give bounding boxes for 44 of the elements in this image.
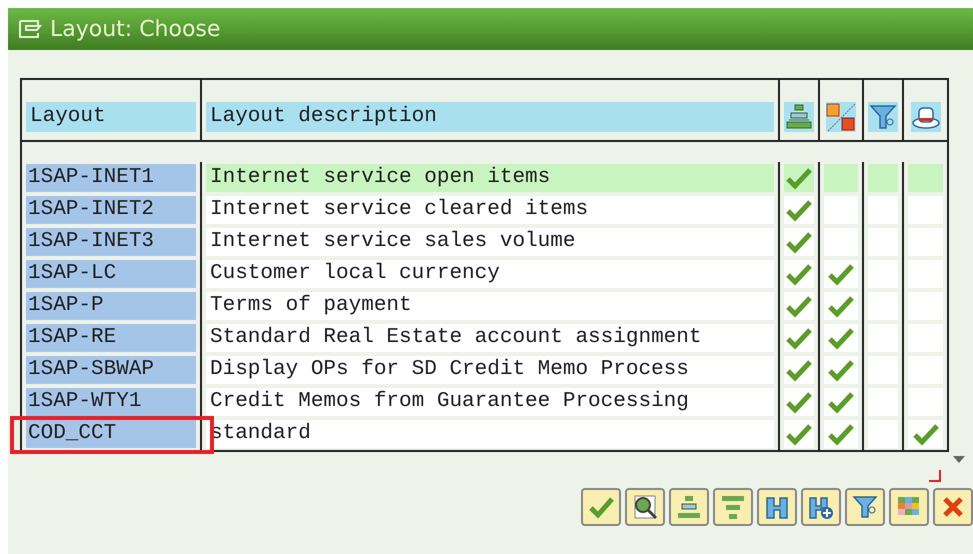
column-header[interactable]: Layout description: [206, 102, 774, 132]
checkmark-icon: [828, 295, 854, 317]
find-next-button[interactable]: [801, 488, 841, 526]
layout-cell[interactable]: 1SAP-INET1: [26, 164, 196, 192]
checkmark-icon: [828, 359, 854, 381]
description-cell[interactable]: Customer local currency: [206, 260, 774, 288]
scroll-down-icon[interactable]: [953, 456, 965, 464]
window-title: Layout: Choose: [50, 16, 220, 42]
default-layout-icon[interactable]: [784, 102, 814, 132]
sort-descending-icon: [719, 493, 747, 521]
description-cell[interactable]: Internet service cleared items: [206, 196, 774, 224]
find-button[interactable]: [757, 488, 797, 526]
dialog-icon: [18, 19, 42, 39]
description-cell[interactable]: Terms of payment: [206, 292, 774, 320]
filter-button[interactable]: [845, 488, 885, 526]
description-cell[interactable]: Display OPs for SD Credit Memo Process: [206, 356, 774, 384]
layout-cell[interactable]: COD_CCT: [26, 420, 196, 448]
check-button[interactable]: [581, 488, 621, 526]
column-header[interactable]: Layout: [26, 102, 196, 132]
sort-ascending-icon: [675, 493, 703, 521]
checkmark-icon: [828, 263, 854, 285]
layout-cell[interactable]: 1SAP-INET2: [26, 196, 196, 224]
filter-icon[interactable]: [868, 102, 898, 132]
checkmark-icon: [828, 327, 854, 349]
layout-cell[interactable]: 1SAP-SBWAP: [26, 356, 196, 384]
description-cell[interactable]: Internet service open items: [206, 164, 774, 192]
detail-zoom-button[interactable]: [625, 488, 665, 526]
sort-ascending-button[interactable]: [669, 488, 709, 526]
layout-cell[interactable]: 1SAP-WTY1: [26, 388, 196, 416]
checkmark-icon: [912, 423, 938, 445]
layout-grid-button[interactable]: [889, 488, 929, 526]
description-cell[interactable]: Credit Memos from Guarantee Processing: [206, 388, 774, 416]
layout-cell[interactable]: 1SAP-LC: [26, 260, 196, 288]
close-button[interactable]: [933, 488, 973, 526]
layout-cell[interactable]: 1SAP-INET3: [26, 228, 196, 256]
layout-cell[interactable]: 1SAP-P: [26, 292, 196, 320]
description-cell[interactable]: Internet service sales volume: [206, 228, 774, 256]
description-cell[interactable]: Standard Real Estate account assignment: [206, 324, 774, 352]
sort-descending-button[interactable]: [713, 488, 753, 526]
checkmark-icon: [828, 391, 854, 413]
resize-corner-icon: [929, 470, 941, 482]
layout-cell[interactable]: 1SAP-RE: [26, 324, 196, 352]
description-cell[interactable]: standard: [206, 420, 774, 448]
checkmark-icon: [828, 423, 854, 445]
